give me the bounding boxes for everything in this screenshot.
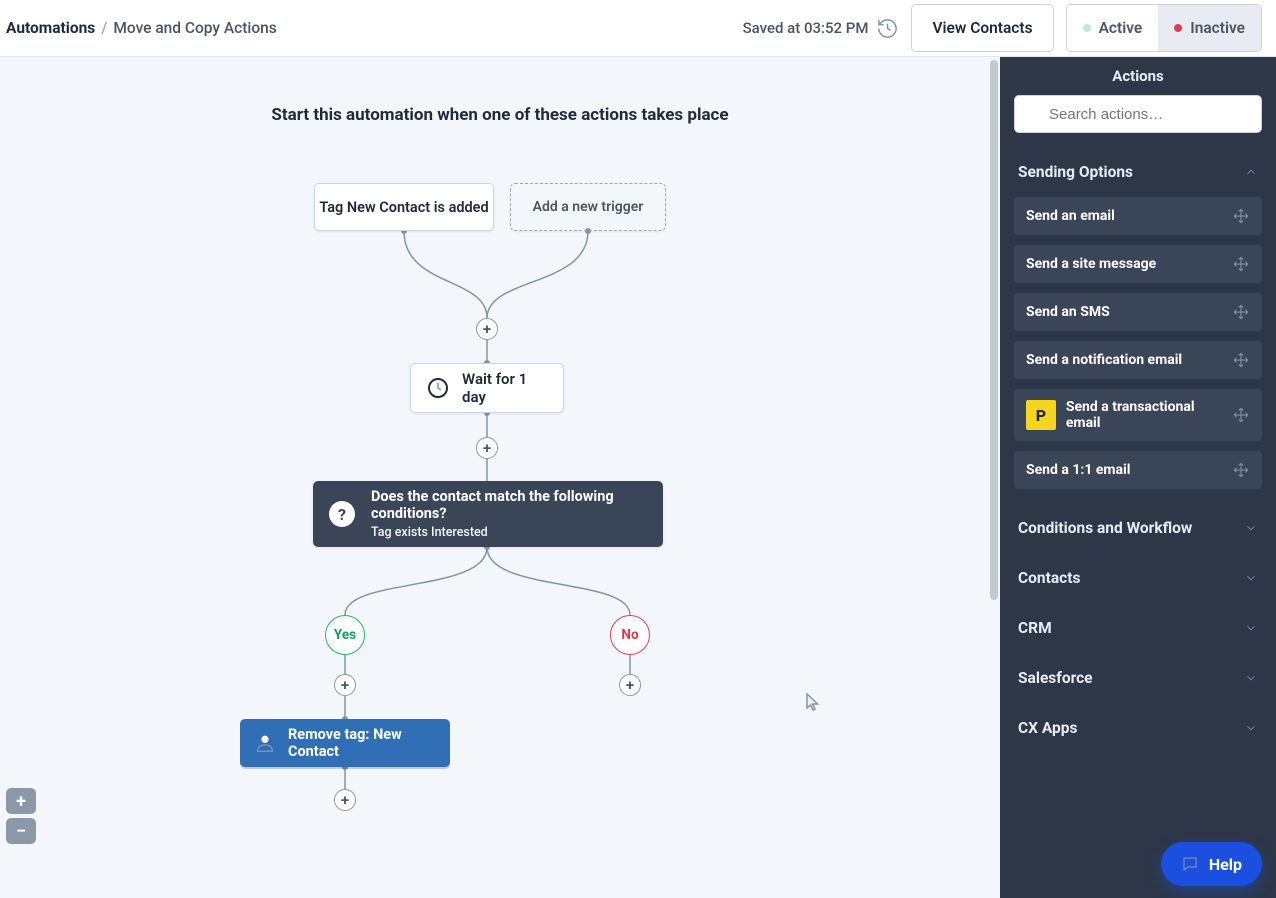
- action-item-left: P Send a transactional email: [1026, 399, 1232, 431]
- canvas-scrollbar[interactable]: [988, 57, 1000, 898]
- status-active-button[interactable]: Active: [1067, 5, 1159, 51]
- add-step-button[interactable]: +: [334, 789, 356, 811]
- view-contacts-button[interactable]: View Contacts: [911, 4, 1053, 52]
- section-cx-apps[interactable]: CX Apps: [1000, 703, 1276, 753]
- move-icon: [1232, 406, 1250, 424]
- action-item-send-email[interactable]: Send an email: [1014, 197, 1262, 235]
- breadcrumb-leaf: Move and Copy Actions: [113, 19, 276, 37]
- wait-node-label: Wait for 1 day: [462, 370, 545, 406]
- help-button[interactable]: Help: [1161, 842, 1262, 886]
- zoom-in-button[interactable]: +: [6, 788, 36, 814]
- automation-canvas[interactable]: Start this automation when one of these …: [0, 57, 1000, 898]
- section-title: Contacts: [1018, 569, 1080, 587]
- action-item-label: Send a transactional email: [1066, 399, 1232, 431]
- chevron-up-icon: [1244, 165, 1258, 179]
- breadcrumb-root[interactable]: Automations: [6, 19, 95, 37]
- chevron-down-icon: [1244, 621, 1258, 635]
- actions-sidebar: Actions Sending Options Send an email Se…: [1000, 57, 1276, 898]
- chevron-down-icon: [1244, 671, 1258, 685]
- condition-subtitle: Tag exists Interested: [371, 525, 647, 540]
- status-dot-icon: [1174, 24, 1182, 32]
- start-instruction-text: Start this automation when one of these …: [200, 105, 800, 125]
- chat-bubble-icon: [1181, 855, 1199, 873]
- action-item-label: Send an SMS: [1026, 304, 1110, 320]
- main: Start this automation when one of these …: [0, 57, 1276, 898]
- postmark-badge-icon: P: [1026, 400, 1056, 430]
- action-node-label: Remove tag: New Contact: [288, 726, 436, 760]
- section-conditions-workflow[interactable]: Conditions and Workflow: [1000, 503, 1276, 553]
- cursor-icon: [806, 693, 820, 711]
- help-label: Help: [1209, 855, 1242, 874]
- trigger-node[interactable]: Tag New Contact is added: [314, 183, 494, 231]
- section-title: Conditions and Workflow: [1018, 519, 1192, 537]
- app-header: Automations / Move and Copy Actions Save…: [0, 0, 1276, 57]
- zoom-out-button[interactable]: −: [6, 818, 36, 844]
- status-active-label: Active: [1099, 19, 1143, 37]
- chevron-down-icon: [1244, 571, 1258, 585]
- section-title: CX Apps: [1018, 719, 1077, 737]
- add-step-button[interactable]: +: [334, 674, 356, 696]
- flow-connectors: [0, 57, 1000, 898]
- section-title: CRM: [1018, 619, 1052, 637]
- header-right: Saved at 03:52 PM View Contacts Active I…: [743, 4, 1262, 52]
- condition-node[interactable]: ? Does the contact match the following c…: [313, 481, 663, 547]
- move-icon: [1232, 207, 1250, 225]
- status-toggle: Active Inactive: [1066, 4, 1262, 52]
- add-step-button[interactable]: +: [476, 437, 498, 459]
- move-icon: [1232, 303, 1250, 321]
- sidebar-title: Actions: [1000, 57, 1276, 95]
- action-item-label: Send a 1:1 email: [1026, 462, 1130, 478]
- section-salesforce[interactable]: Salesforce: [1000, 653, 1276, 703]
- action-node-remove-tag[interactable]: Remove tag: New Contact: [240, 719, 450, 767]
- search-wrap: [1000, 95, 1276, 147]
- section-title: Salesforce: [1018, 669, 1093, 687]
- wait-node[interactable]: Wait for 1 day: [410, 363, 564, 413]
- move-icon: [1232, 351, 1250, 369]
- saved-at-label: Saved at 03:52 PM: [743, 17, 900, 40]
- saved-at-text: Saved at 03:52 PM: [743, 19, 869, 37]
- condition-text: Does the contact match the following con…: [371, 488, 647, 540]
- branch-yes[interactable]: Yes: [325, 615, 365, 655]
- person-icon: [254, 732, 276, 754]
- section-contacts[interactable]: Contacts: [1000, 553, 1276, 603]
- chevron-down-icon: [1244, 521, 1258, 535]
- action-item-send-transactional-email[interactable]: P Send a transactional email: [1014, 389, 1262, 441]
- move-icon: [1232, 461, 1250, 479]
- section-title: Sending Options: [1018, 163, 1133, 181]
- action-item-send-sms[interactable]: Send an SMS: [1014, 293, 1262, 331]
- chevron-down-icon: [1244, 721, 1258, 735]
- condition-title: Does the contact match the following con…: [371, 488, 647, 522]
- sending-options-items: Send an email Send a site message Send a…: [1000, 197, 1276, 503]
- move-icon: [1232, 255, 1250, 273]
- canvas-inner: Start this automation when one of these …: [0, 57, 1000, 898]
- zoom-controls: + −: [6, 788, 36, 844]
- question-mark-icon: ?: [329, 501, 355, 527]
- action-item-send-notification-email[interactable]: Send a notification email: [1014, 341, 1262, 379]
- section-crm[interactable]: CRM: [1000, 603, 1276, 653]
- status-inactive-label: Inactive: [1190, 19, 1245, 37]
- add-trigger-button[interactable]: Add a new trigger: [510, 183, 666, 231]
- branch-no[interactable]: No: [610, 615, 650, 655]
- add-step-button[interactable]: +: [619, 674, 641, 696]
- action-item-label: Send an email: [1026, 208, 1115, 224]
- clock-icon: [425, 374, 450, 402]
- search-input[interactable]: [1014, 95, 1262, 133]
- action-item-label: Send a notification email: [1026, 352, 1182, 368]
- breadcrumb: Automations / Move and Copy Actions: [6, 19, 277, 37]
- history-icon[interactable]: [876, 17, 899, 40]
- status-inactive-button[interactable]: Inactive: [1158, 5, 1261, 51]
- breadcrumb-separator: /: [101, 19, 107, 37]
- add-step-button[interactable]: +: [476, 318, 498, 340]
- status-dot-icon: [1083, 24, 1091, 32]
- action-item-label: Send a site message: [1026, 256, 1156, 272]
- action-item-send-site-message[interactable]: Send a site message: [1014, 245, 1262, 283]
- action-item-send-one-to-one-email[interactable]: Send a 1:1 email: [1014, 451, 1262, 489]
- section-sending-options[interactable]: Sending Options: [1000, 147, 1276, 197]
